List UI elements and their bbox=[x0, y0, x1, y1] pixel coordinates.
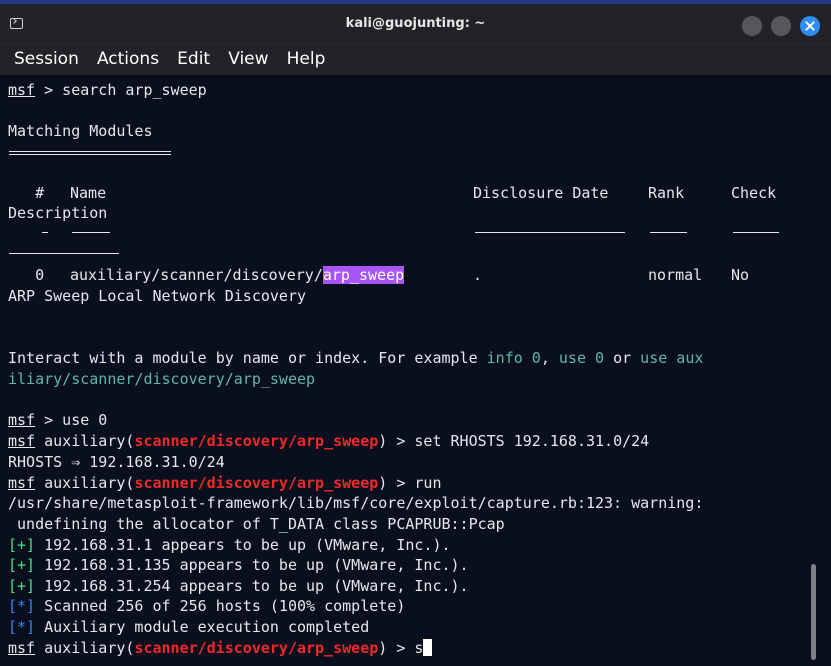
maximize-button[interactable] bbox=[771, 16, 791, 36]
host-up-line: [+] 192.168.31.135 appears to be up (VMw… bbox=[8, 556, 469, 574]
current-prompt-line[interactable]: msf auxiliary(scanner/discovery/arp_swee… bbox=[8, 638, 433, 658]
menu-help[interactable]: Help bbox=[287, 45, 326, 73]
matching-modules-heading: Matching Modules bbox=[8, 122, 153, 140]
close-button[interactable] bbox=[800, 16, 820, 36]
terminal-output[interactable]: msf > search arp_sweep Matching Modules … bbox=[0, 75, 831, 666]
star-tag: [*] bbox=[8, 618, 36, 636]
module-name: scanner/discovery/arp_sweep bbox=[134, 432, 379, 450]
terminal-line: msf auxiliary(scanner/discovery/arp_swee… bbox=[8, 474, 442, 492]
table-header-name: Name bbox=[70, 184, 107, 202]
row-check: No bbox=[731, 266, 750, 284]
prompt: msf bbox=[8, 474, 36, 492]
search-match-highlight: arp_sweep bbox=[322, 266, 405, 284]
table-header-description: Description bbox=[8, 204, 108, 222]
minimize-button[interactable] bbox=[742, 16, 762, 36]
table-rule bbox=[650, 232, 687, 233]
menu-actions[interactable]: Actions bbox=[97, 45, 159, 73]
plus-tag: [+] bbox=[8, 577, 36, 595]
interact-hint: Interact with a module by name or index.… bbox=[8, 349, 704, 367]
prompt: msf bbox=[8, 639, 36, 657]
title-bar: kali@guojunting: ~ bbox=[0, 4, 831, 45]
warning-line: undefining the allocator of T_DATA class… bbox=[8, 515, 505, 533]
table-header: # bbox=[8, 184, 45, 202]
menu-edit[interactable]: Edit bbox=[177, 45, 210, 73]
table-header-check: Check bbox=[731, 184, 777, 202]
prompt: msf bbox=[8, 81, 36, 99]
heading-underline bbox=[9, 151, 171, 155]
table-row[interactable]: 0 bbox=[8, 265, 44, 285]
host-up-line: [+] 192.168.31.1 appears to be up (VMwar… bbox=[8, 536, 451, 554]
plus-tag: [+] bbox=[8, 556, 36, 574]
prompt: msf bbox=[8, 432, 36, 450]
star-tag: [*] bbox=[8, 597, 36, 615]
host-up-line: [+] 192.168.31.254 appears to be up (VMw… bbox=[8, 577, 469, 595]
menu-bar: Session Actions Edit View Help bbox=[0, 45, 831, 75]
terminal-line: msf > use 0 bbox=[8, 411, 108, 429]
vertical-scrollbar[interactable] bbox=[811, 564, 816, 660]
plus-tag: [+] bbox=[8, 536, 36, 554]
module-path: auxiliary/scanner/discovery/arp_sweep bbox=[70, 266, 405, 284]
module-name: scanner/discovery/arp_sweep bbox=[134, 474, 379, 492]
prompt: msf bbox=[8, 411, 36, 429]
row-rank: normal bbox=[648, 266, 703, 284]
window-title: kali@guojunting: ~ bbox=[345, 16, 486, 31]
table-header-date: Disclosure Date bbox=[473, 184, 609, 202]
table-rule bbox=[733, 232, 779, 233]
terminal-line: msf auxiliary(scanner/discovery/arp_swee… bbox=[8, 432, 650, 450]
status-line: [*] Auxiliary module execution completed bbox=[8, 618, 370, 636]
interact-hint-continued: iliary/scanner/discovery/arp_sweep bbox=[8, 370, 316, 388]
table-rule bbox=[42, 232, 48, 233]
status-line: [*] Scanned 256 of 256 hosts (100% compl… bbox=[8, 597, 406, 615]
table-header-rank: Rank bbox=[648, 184, 685, 202]
table-rule bbox=[9, 253, 119, 254]
table-rule bbox=[475, 232, 625, 233]
table-rule bbox=[72, 232, 110, 233]
row-description: ARP Sweep Local Network Discovery bbox=[8, 287, 307, 305]
row-date: . bbox=[473, 266, 483, 284]
module-name: scanner/discovery/arp_sweep bbox=[134, 639, 379, 657]
menu-view[interactable]: View bbox=[228, 45, 268, 73]
warning-line: /usr/share/metasploit-framework/lib/msf/… bbox=[8, 494, 704, 512]
rhosts-echo: RHOSTS ⇒ 192.168.31.0/24 bbox=[8, 453, 225, 471]
menu-session[interactable]: Session bbox=[14, 45, 79, 73]
terminal-line: msf > search arp_sweep bbox=[8, 81, 207, 99]
text-cursor bbox=[423, 639, 433, 656]
